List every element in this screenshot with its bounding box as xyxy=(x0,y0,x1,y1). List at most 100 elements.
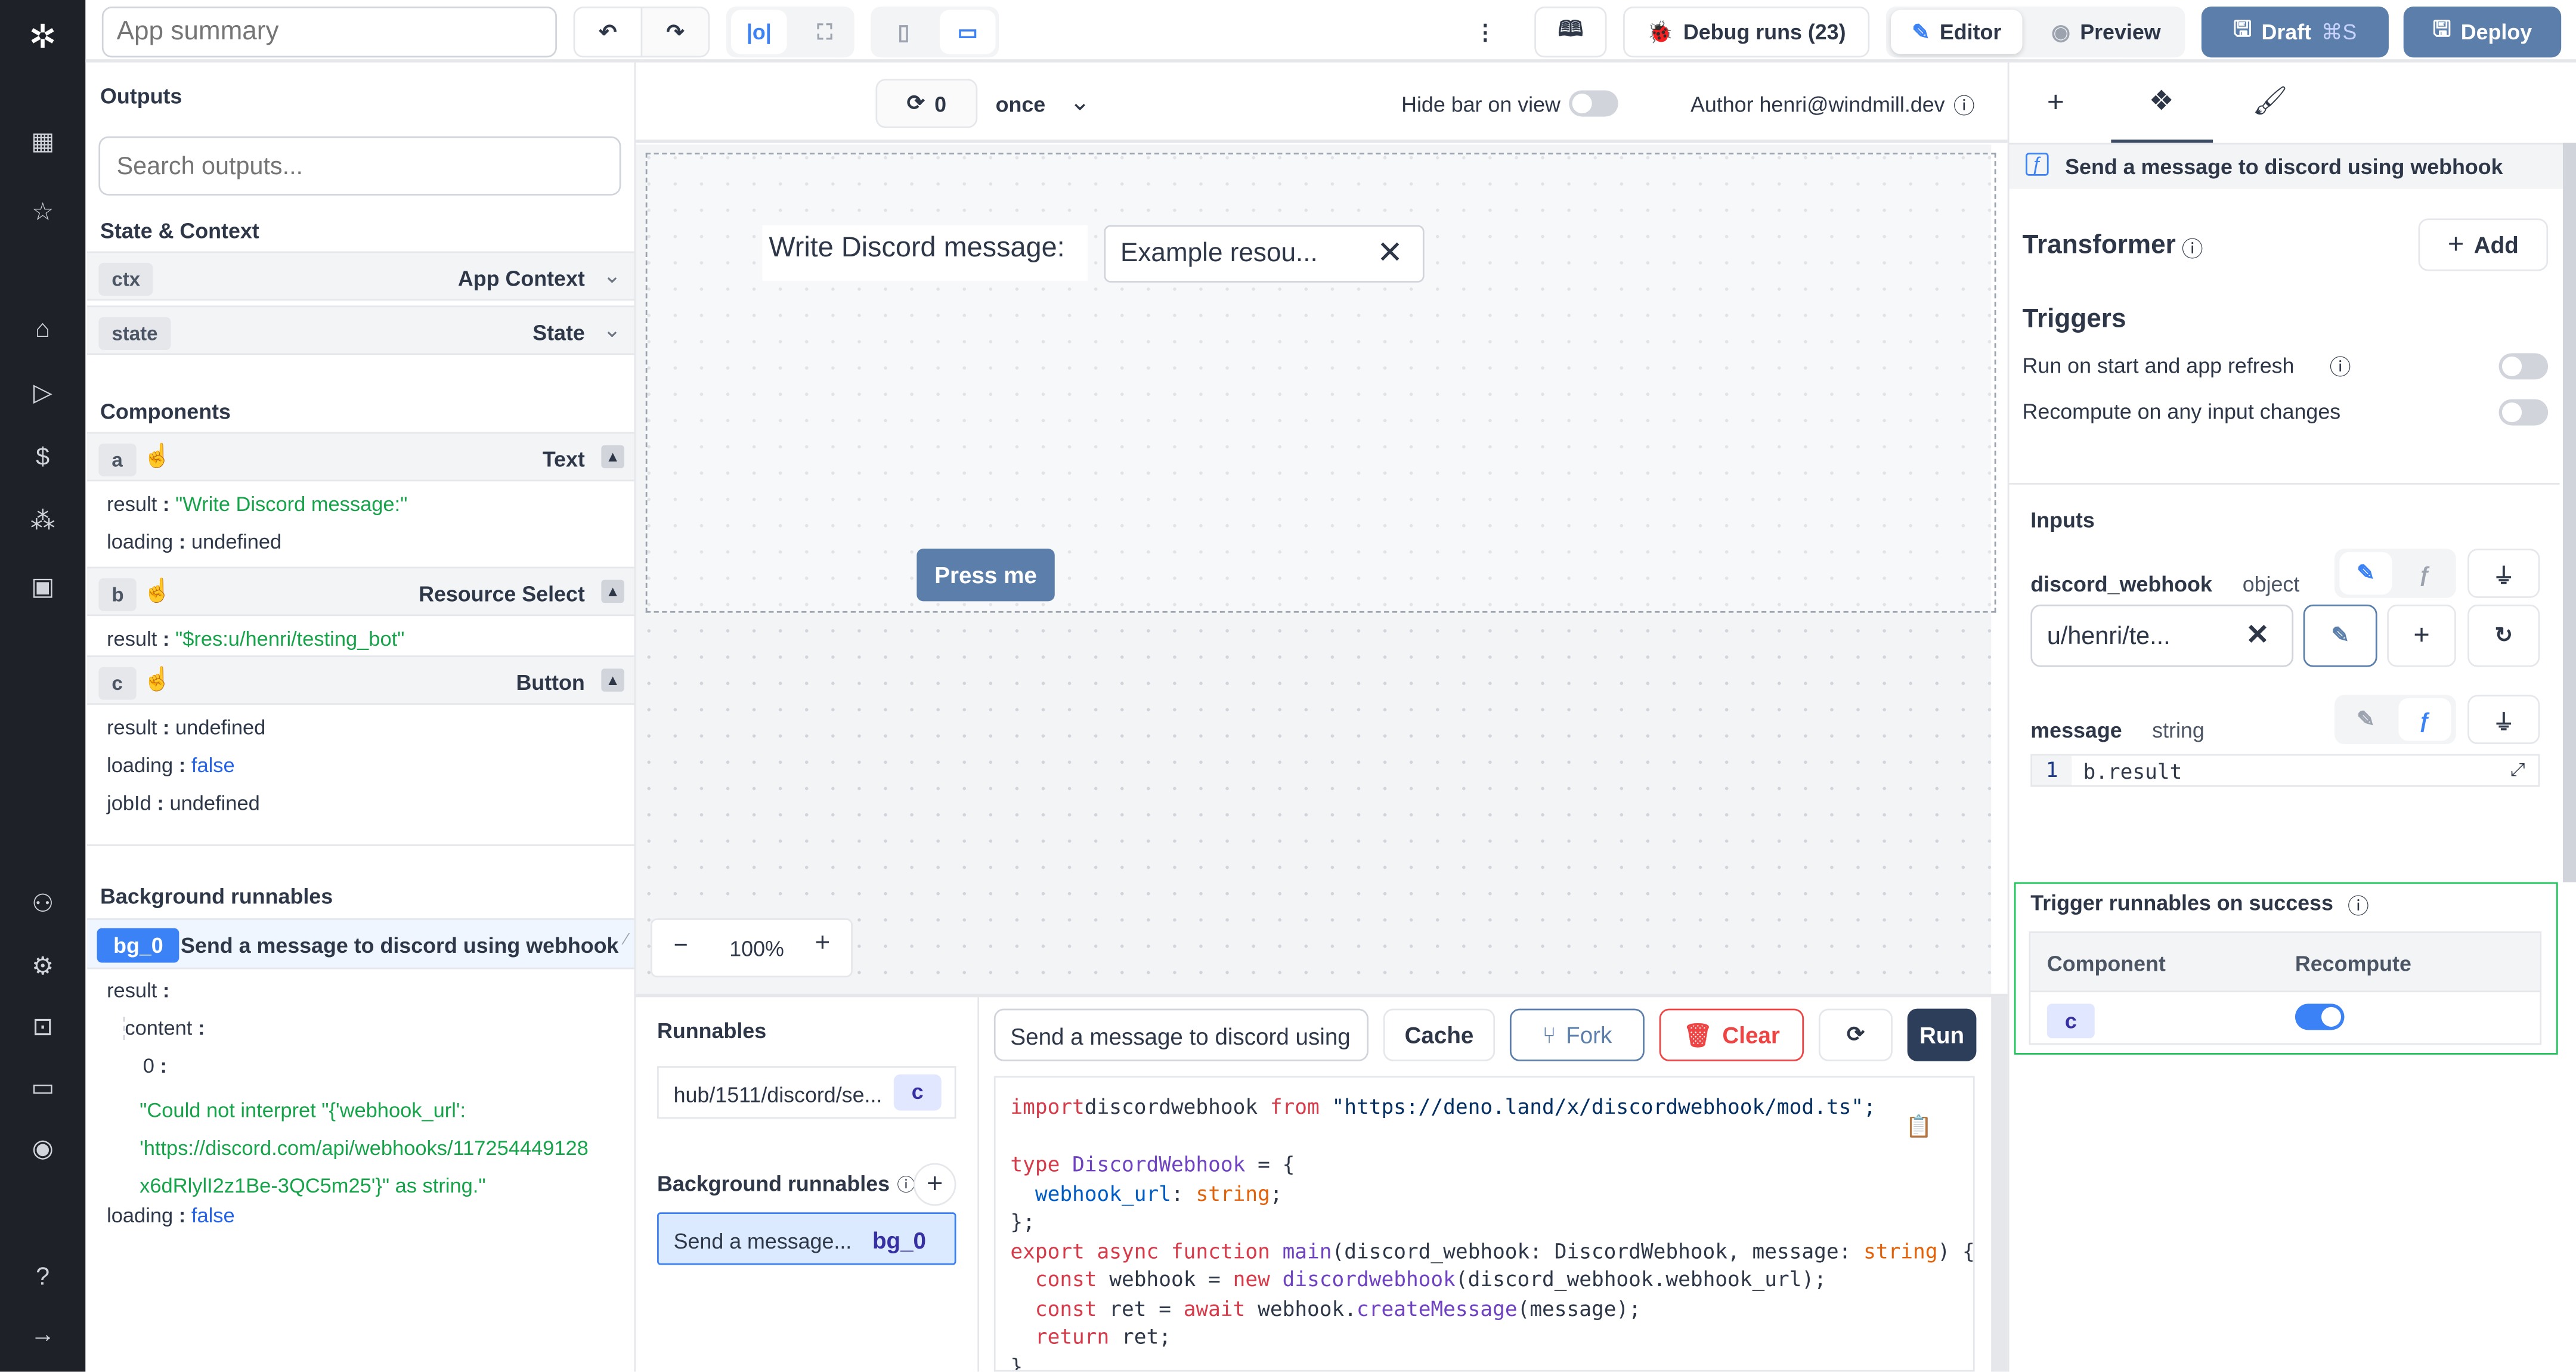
desktop-view-button[interactable]: ▭ xyxy=(939,10,996,54)
close-icon[interactable]: ✕ xyxy=(2246,620,2269,652)
help-icon[interactable]: ? xyxy=(26,1262,59,1294)
script-name-input[interactable]: Send a message to discord using xyxy=(993,1008,1368,1061)
edit-icon[interactable]: ⁄ xyxy=(625,931,628,949)
chevron-down-icon[interactable]: ⌄ xyxy=(1070,87,1091,117)
play-icon[interactable]: ▷ xyxy=(26,378,59,411)
folder-icon[interactable]: ▭ xyxy=(26,1073,59,1105)
boxes-icon[interactable]: ⁂ xyxy=(26,506,59,539)
windmill-logo-icon[interactable]: ✲ xyxy=(26,21,59,54)
add-transformer-button[interactable]: + Add xyxy=(2418,218,2549,271)
home-icon[interactable]: ⌂ xyxy=(26,314,59,346)
component-row-a[interactable]: a ☝ Text ▲ xyxy=(87,432,634,482)
building-icon[interactable]: ▦ xyxy=(26,126,59,159)
chevron-up-icon[interactable]: ▲ xyxy=(601,668,624,692)
chevron-up-icon[interactable]: ▲ xyxy=(601,445,624,469)
clipboard-icon[interactable]: 📋 xyxy=(1906,1114,1933,1140)
fullwidth-button[interactable]: ⛶ xyxy=(797,10,853,54)
expand-arrow-icon[interactable]: → xyxy=(26,1319,59,1352)
search-outputs-input[interactable] xyxy=(98,136,621,196)
draft-button[interactable]: 🖫 Draft ⌘S xyxy=(2201,7,2389,58)
editor-tab[interactable]: ✎ Editor xyxy=(1891,10,2023,54)
expression-editor[interactable]: 1 b.result ⤢ xyxy=(2030,754,2540,787)
bg-runnable-row[interactable]: bg_0 Send a message to discord using web… xyxy=(87,918,634,970)
run-on-start-toggle[interactable] xyxy=(2498,353,2549,380)
runnable-item[interactable]: hub/1511/discord/se... c xyxy=(657,1066,956,1119)
deploy-button[interactable]: 🖫 Deploy xyxy=(2403,7,2562,58)
preview-tab[interactable]: ◉ Preview xyxy=(2030,10,2181,54)
add-resource-button[interactable]: + xyxy=(2387,604,2456,667)
error-line: "Could not interpret "{'webhook_url': xyxy=(140,1099,466,1122)
zoom-out-button[interactable]: − xyxy=(674,931,688,959)
clear-button[interactable]: 🗑 Clear xyxy=(1659,1008,1804,1061)
hand-pointer-icon[interactable]: ☝ xyxy=(143,665,172,693)
component-row-c[interactable]: c ☝ Button ▲ xyxy=(87,655,634,705)
user-icon[interactable]: ⚇ xyxy=(26,889,59,922)
redo-button[interactable]: ↷ xyxy=(640,7,710,58)
close-icon[interactable]: ✕ xyxy=(1377,235,1403,272)
bg-name: Send a message to discord using webhook xyxy=(181,933,619,958)
component-row-b[interactable]: b ☝ Resource Select ▲ xyxy=(87,566,634,617)
fork-label: Fork xyxy=(1566,1021,1612,1048)
key: result xyxy=(107,716,157,739)
pencil-icon: ✎ xyxy=(2357,560,2375,585)
resource-value: u/henri/te... xyxy=(2046,622,2171,651)
static-mode-button[interactable]: ✎ xyxy=(2339,698,2392,741)
resource-select-component[interactable]: Example resou... ✕ xyxy=(1104,225,1425,283)
dollar-icon[interactable]: $ xyxy=(26,442,59,475)
eval-mode-button[interactable]: ƒ xyxy=(2398,552,2451,595)
text-component[interactable]: Write Discord message: xyxy=(762,225,1088,281)
triggers-title: Triggers xyxy=(2022,305,2126,334)
chevron-up-icon[interactable]: ▲ xyxy=(601,580,624,603)
bg-runnable-item[interactable]: Send a message... bg_0 xyxy=(657,1212,956,1265)
resource-input[interactable]: u/henri/te... ✕ xyxy=(2030,604,2294,667)
cache-button[interactable]: Cache xyxy=(1383,1008,1496,1061)
add-bg-runnable-button[interactable]: + xyxy=(913,1163,956,1206)
connect-button[interactable]: ⏚ xyxy=(2467,549,2540,598)
connect-button[interactable]: ⏚ xyxy=(2467,695,2540,745)
scrollbar[interactable] xyxy=(2562,143,2576,882)
press-me-button[interactable]: Press me xyxy=(917,549,1055,602)
recompute-label: Recompute on any input changes xyxy=(2022,399,2341,424)
docs-button[interactable]: 🕮 xyxy=(1534,7,1607,58)
eval-mode-button[interactable]: ƒ xyxy=(2398,698,2451,741)
hand-pointer-icon[interactable]: ☝ xyxy=(143,577,172,605)
reload-resource-button[interactable]: ↻ xyxy=(2467,604,2540,667)
key: loading xyxy=(107,754,174,778)
more-menu-button[interactable]: ⋮ xyxy=(1465,7,1505,58)
plus-icon[interactable]: + xyxy=(2047,85,2064,120)
app-summary-input[interactable] xyxy=(101,7,557,58)
recompute-toggle[interactable] xyxy=(2498,399,2549,426)
reload-button[interactable]: ⟳ xyxy=(1818,1008,1893,1061)
code-token: import xyxy=(1010,1094,1085,1119)
run-button[interactable]: Run xyxy=(1907,1008,1977,1061)
ctx-row[interactable]: ctx App Context ⌄ xyxy=(87,251,634,301)
scrollbar[interactable] xyxy=(1991,993,2008,1372)
mobile-view-button[interactable]: ▯ xyxy=(875,10,931,54)
zoom-in-button[interactable]: + xyxy=(815,930,831,959)
static-mode-button[interactable]: ✎ xyxy=(2339,552,2392,595)
paintbrush-icon[interactable]: 🖌 xyxy=(2252,85,2287,118)
hand-pointer-icon[interactable]: ☝ xyxy=(143,442,172,470)
edit-resource-button[interactable]: ✎ xyxy=(2303,604,2377,667)
fixed-width-button[interactable]: |o| xyxy=(731,10,787,54)
key: jobId xyxy=(107,791,151,815)
undo-button[interactable]: ↶ xyxy=(573,7,643,58)
components-icon[interactable]: ❖ xyxy=(2149,85,2174,118)
calendar-icon[interactable]: ▣ xyxy=(26,572,59,605)
recompute-toggle[interactable] xyxy=(2295,1004,2345,1030)
refresh-frequency-select[interactable]: once xyxy=(996,92,1046,116)
output-field: loading : undefined xyxy=(107,530,282,554)
star-icon[interactable]: ☆ xyxy=(26,197,59,230)
debug-runs-button[interactable]: 🐞 Debug runs (23) xyxy=(1623,7,1870,58)
code-line: const webhook = new discordwebhook(disco… xyxy=(1010,1266,1973,1295)
state-row[interactable]: state State ⌄ xyxy=(87,305,634,355)
expand-icon[interactable]: ⤢ xyxy=(2510,759,2525,782)
eye-icon[interactable]: ◉ xyxy=(26,1133,59,1166)
settings-icon[interactable]: ⚙ xyxy=(26,951,59,984)
fork-button[interactable]: ⑂ Fork xyxy=(1509,1008,1645,1061)
refresh-button[interactable]: ⟳ 0 xyxy=(875,79,978,128)
bot-icon[interactable]: ⊡ xyxy=(26,1012,59,1045)
code-editor[interactable]: importdiscordwebhook from "https://deno.… xyxy=(993,1076,1975,1372)
hide-bar-toggle[interactable] xyxy=(1569,90,1618,117)
hide-bar-label: Hide bar on view xyxy=(1401,92,1561,117)
